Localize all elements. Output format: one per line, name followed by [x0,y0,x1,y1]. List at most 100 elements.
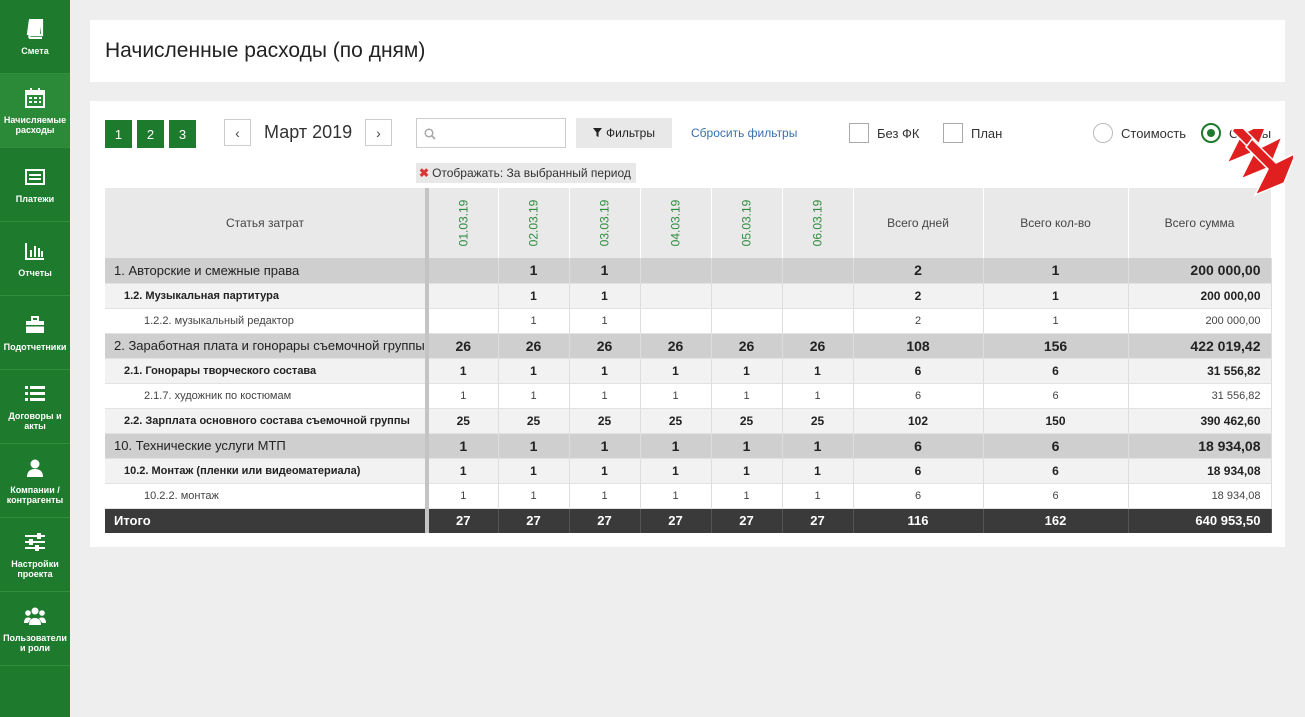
row-name: 2.1. Гонорары творческого состава [105,358,429,384]
sidebar-item-accrued-expenses[interactable]: Начисляемые расходы [0,74,70,148]
date-label: 04.03.19 [668,199,683,247]
table-row[interactable]: 2.1.7. художник по костюмам 1 1 1 1 1 1 6 6 31 55… [105,383,1272,409]
prev-month-button[interactable]: ‹ [224,119,251,146]
row-name: 2.2. Зарплата основного состава съемочно… [105,408,429,434]
cost-radio-label: Стоимость [1121,126,1187,141]
table-row[interactable]: 1.2. Музыкальная партитура 1 1 2 1 200 000,00 [105,283,1272,309]
date-label: 02.03.19 [526,199,541,247]
page-button-1[interactable]: 1 [105,120,132,148]
total-label: Итого [105,508,429,533]
sliders-icon [24,531,46,553]
plan-checkbox[interactable] [943,123,963,143]
row-name: 1. Авторские и смежные права [105,258,429,284]
no-fk-checkbox[interactable] [849,123,869,143]
annotation-arrow-icon [1225,129,1293,197]
sidebar-item-companies[interactable]: Компании / контрагенты [0,444,70,518]
total-qty-value: 162 [983,508,1129,533]
day-value: 1 [427,383,499,409]
card-icon [24,166,46,188]
remove-filter-icon[interactable]: ✖ [419,166,429,180]
sidebar-item-contracts[interactable]: Договоры и акты [0,370,70,444]
day-value: 26 [427,333,499,359]
table-row[interactable]: 2. Заработная плата и гонорары съемочной… [105,333,1272,359]
filters-button[interactable]: Фильтры [576,118,672,148]
header-date: 02.03.19 [498,188,570,258]
table-row[interactable]: 1. Авторские и смежные права 1 1 2 1 200 000,… [105,258,1272,284]
total-qty-value: 156 [983,333,1129,359]
day-value: 1 [498,283,570,309]
total-sum-value: 18 934,08 [1128,458,1272,484]
total-sum-value: 200 000,00 [1128,258,1272,284]
day-value [711,308,783,334]
total-sum-value: 200 000,00 [1128,283,1272,309]
day-value [711,258,783,284]
total-day-value: 27 [498,508,570,533]
day-value: 1 [640,433,712,459]
search-input[interactable] [416,118,566,148]
sidebar-item-accountable[interactable]: Подотчетники [0,296,70,370]
active-filter-label: Отображать: За выбранный период [432,166,631,180]
total-days-value: 6 [853,483,984,509]
date-label: 06.03.19 [810,199,825,247]
user-icon [24,457,46,479]
table-row[interactable]: 2.2. Зарплата основного состава съемочно… [105,408,1272,434]
day-value: 1 [640,358,712,384]
day-value: 1 [569,258,641,284]
day-value: 1 [711,458,783,484]
day-value: 1 [427,358,499,384]
total-qty-value: 150 [983,408,1129,434]
total-days-value: 6 [853,358,984,384]
total-days-value: 102 [853,408,984,434]
total-day-value: 27 [640,508,712,533]
day-value: 1 [427,483,499,509]
page-title: Начисленные расходы (по дням) [105,39,426,62]
sidebar-item-label: Смета [21,45,49,56]
total-days-value: 108 [853,333,984,359]
table-row[interactable]: 1.2.2. музыкальный редактор 1 1 2 1 200 000,0… [105,308,1272,334]
total-days-value: 2 [853,308,984,334]
header-date: 03.03.19 [569,188,641,258]
cost-radio[interactable] [1093,123,1113,143]
sidebar-item-estimate[interactable]: Смета [0,0,70,74]
filters-button-label: Фильтры [606,126,655,140]
table-row[interactable]: 10.2.2. монтаж 1 1 1 1 1 1 6 6 18 934,08 [105,483,1272,509]
total-day-value: 27 [711,508,783,533]
search-icon [424,127,436,145]
day-value: 1 [498,383,570,409]
sidebar-item-payments[interactable]: Платежи [0,148,70,222]
day-value: 1 [427,433,499,459]
sidebar-item-reports[interactable]: Отчеты [0,222,70,296]
day-value: 26 [711,333,783,359]
table-row[interactable]: 10. Технические услуги МТП 1 1 1 1 1 1 6 6 18 934… [105,433,1272,459]
table-row[interactable]: 2.1. Гонорары творческого состава 1 1 1 1 1 1 6… [105,358,1272,384]
next-month-button[interactable]: › [365,119,392,146]
header-date: 04.03.19 [640,188,712,258]
day-value [427,308,499,334]
report-card: 1 2 3 ‹ Март 2019 › Фильтры Сбросить фил… [90,101,1293,547]
reset-filters-link[interactable]: Сбросить фильтры [691,126,797,140]
title-card: Начисленные расходы (по дням) [90,20,1285,82]
header-name: Статья затрат [105,188,429,258]
sidebar-item-project-settings[interactable]: Настройки проекта [0,518,70,592]
day-value: 1 [569,308,641,334]
day-value [782,308,854,334]
day-value: 1 [569,483,641,509]
total-day-value: 27 [782,508,854,533]
page-button-2[interactable]: 2 [137,120,164,148]
total-qty-value: 1 [983,258,1129,284]
page-button-3[interactable]: 3 [169,120,196,148]
day-value [640,283,712,309]
day-value: 26 [498,333,570,359]
day-value: 26 [640,333,712,359]
total-day-value: 27 [569,508,641,533]
briefcase-icon [24,314,46,336]
sidebar-item-users-roles[interactable]: Пользователи и роли [0,592,70,666]
header-date: 01.03.19 [427,188,499,258]
sidebar-item-label: Платежи [15,193,55,204]
total-days-value: 116 [853,508,984,533]
total-qty-value: 1 [983,283,1129,309]
sidebar-item-label: Начисляемые расходы [3,114,67,135]
table-row[interactable]: 10.2. Монтаж (пленки или видеоматериала)… [105,458,1272,484]
total-sum-value: 200 000,00 [1128,308,1272,334]
total-sum-value: 31 556,82 [1128,383,1272,409]
